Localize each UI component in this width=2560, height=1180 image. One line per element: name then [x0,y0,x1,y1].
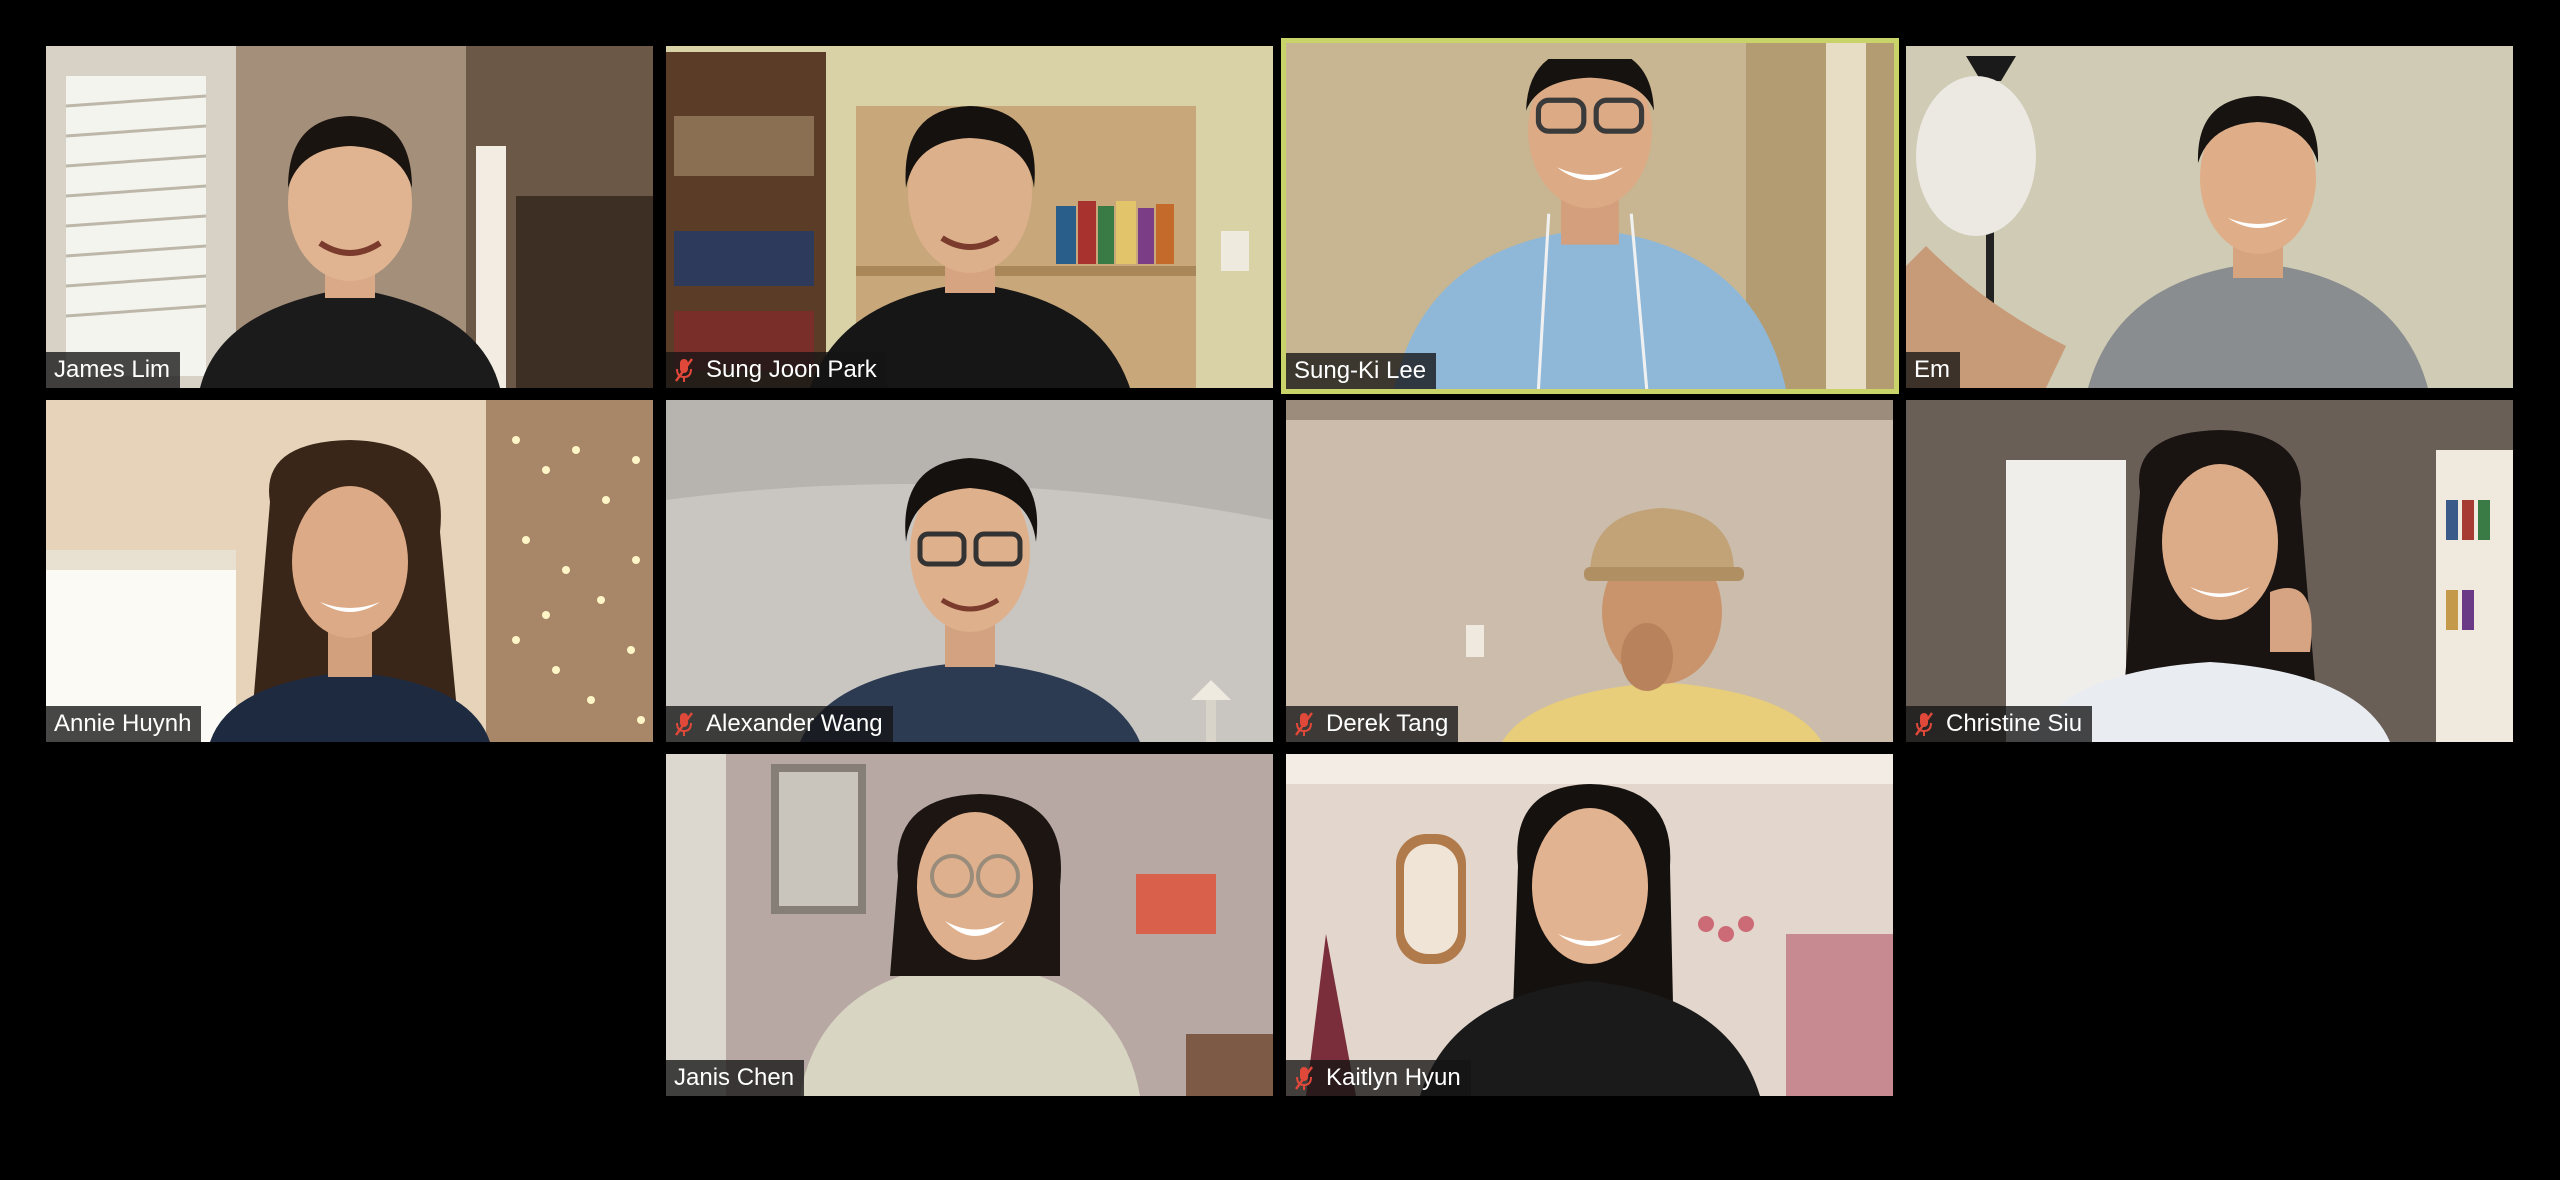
participant-nametag: Annie Huynh [46,706,202,742]
participant-video [2088,96,2429,388]
participant-video [199,116,500,388]
microphone-muted-icon [1295,1066,1313,1090]
participant-name: Sung Joon Park [706,356,877,383]
participant-name: Alexander Wang [706,710,883,737]
participant-video [799,794,1140,1096]
participant-nametag: Derek Tang [1286,706,1459,742]
video-tile-sung-joon-park[interactable]: Sung Joon Park [666,46,1273,388]
participant-nametag: Sung-Ki Lee [1286,353,1437,389]
participant-name: Derek Tang [1326,710,1449,737]
microphone-muted-icon [1295,712,1313,736]
microphone-muted-icon [675,358,693,382]
participant-video [809,106,1130,388]
microphone-muted-icon [675,712,693,736]
gallery-view: James Lim Sung Joon Park Sung-Ki Lee Em … [0,0,2560,1180]
video-tile-annie-huynh[interactable]: Annie Huynh [46,400,653,742]
video-tile-christine-siu[interactable]: Christine Siu [1906,400,2513,742]
participant-nametag: James Lim [46,352,181,388]
participant-name: Kaitlyn Hyun [1326,1064,1461,1091]
participant-video [209,440,490,742]
participant-video [1419,784,1760,1096]
participant-name: James Lim [54,356,171,383]
participant-name: Em [1914,356,1950,383]
participant-nametag: Em [1906,352,1960,388]
participant-nametag: Kaitlyn Hyun [1286,1060,1471,1096]
video-tile-kaitlyn-hyun[interactable]: Kaitlyn Hyun [1286,754,1893,1096]
participant-video [1394,59,1786,389]
participant-video [1502,508,1823,742]
participant-nametag: Christine Siu [1906,706,2093,742]
participant-nametag: Janis Chen [666,1060,805,1096]
participant-nametag: Alexander Wang [666,706,893,742]
microphone-muted-icon [1915,712,1933,736]
video-tile-janis-chen[interactable]: Janis Chen [666,754,1273,1096]
video-tile-sung-ki-lee[interactable]: Sung-Ki Lee [1281,38,1899,394]
participant-name: Sung-Ki Lee [1294,357,1427,384]
participant-name: Annie Huynh [54,710,192,737]
participant-video [799,458,1140,742]
video-tile-alexander-wang[interactable]: Alexander Wang [666,400,1273,742]
participant-nametag: Sung Joon Park [666,352,887,388]
participant-video [2029,430,2390,742]
participant-name: Janis Chen [674,1064,795,1091]
video-tile-em[interactable]: Em [1906,46,2513,388]
video-tile-derek-tang[interactable]: Derek Tang [1286,400,1893,742]
video-tile-james-lim[interactable]: James Lim [46,46,653,388]
participant-name: Christine Siu [1946,710,2083,737]
